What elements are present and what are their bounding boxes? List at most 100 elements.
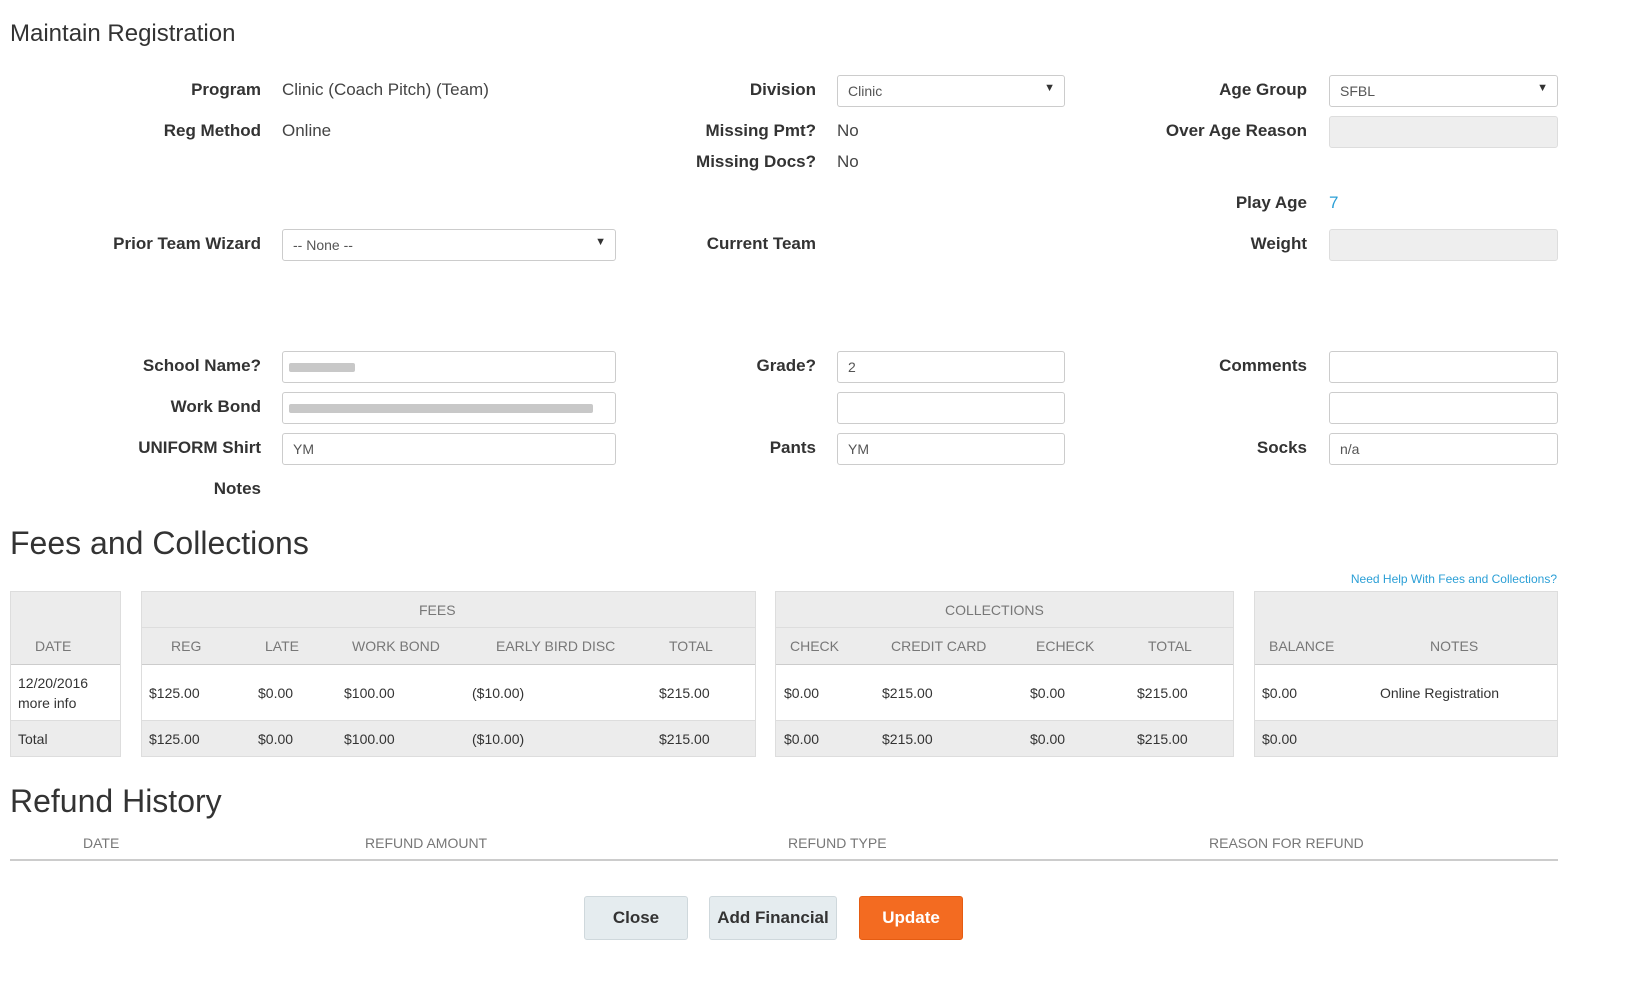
missing-pmt-value: No: [837, 121, 859, 140]
notes-label: Notes: [213, 479, 261, 498]
coll-col-echeck: ECHECK: [1036, 638, 1095, 654]
socks-input[interactable]: n/a: [1329, 433, 1558, 465]
current-team-label: Current Team: [706, 234, 816, 253]
divider: [776, 627, 1233, 628]
work-bond-label: Work Bond: [170, 397, 261, 416]
coll-echeck: $0.00: [1030, 685, 1066, 701]
fee-late: $0.00: [258, 685, 294, 701]
total-coll-credit-card: $215.00: [882, 731, 933, 747]
coll-total: $215.00: [1137, 685, 1188, 701]
reg-method-label: Reg Method: [163, 121, 261, 140]
school-name-label: School Name?: [142, 356, 261, 375]
divider: [142, 664, 755, 665]
division-label: Division: [749, 80, 816, 99]
total-coll-echeck: $0.00: [1030, 731, 1066, 747]
redacted-text: [289, 404, 593, 413]
coll-col-credit-card: CREDIT CARD: [891, 638, 987, 654]
reg-method-value: Online: [282, 121, 332, 140]
total-fee-early-bird: ($10.00): [472, 731, 525, 747]
page-title: Maintain Registration: [10, 20, 236, 47]
total-fee-work-bond: $100.00: [344, 731, 395, 747]
divider: [11, 720, 120, 721]
division-select[interactable]: Clinic ▼: [837, 75, 1065, 107]
program-value: Clinic (Coach Pitch) (Team): [282, 80, 489, 99]
total-balance: $0.00: [1262, 731, 1298, 747]
fee-early-bird: ($10.00): [472, 685, 525, 701]
total-coll-check: $0.00: [784, 731, 820, 747]
update-button[interactable]: Update: [859, 896, 963, 940]
collections-group-header: COLLECTIONS: [945, 602, 1044, 618]
fee-total: $215.00: [659, 685, 710, 701]
missing-docs-value: No: [837, 152, 859, 171]
balance-value: $0.00: [1262, 685, 1298, 701]
total-fee-late: $0.00: [258, 731, 294, 747]
division-selected: Clinic: [848, 83, 883, 99]
date-header: DATE: [35, 638, 72, 654]
school-name-input[interactable]: [282, 351, 616, 383]
fees-help-link[interactable]: Need Help With Fees and Collections?: [1351, 572, 1557, 586]
divider: [776, 720, 1233, 721]
fee-work-bond: $100.00: [344, 685, 395, 701]
refund-section-title: Refund History: [10, 783, 222, 819]
age-group-selected: SFBL: [1340, 83, 1376, 99]
weight-label: Weight: [1250, 234, 1307, 253]
add-financial-button[interactable]: Add Financial: [709, 896, 837, 940]
program-label: Program: [191, 80, 261, 99]
coll-check: $0.00: [784, 685, 820, 701]
comments-input-2[interactable]: [1329, 392, 1558, 424]
missing-docs-label: Missing Docs?: [696, 152, 816, 171]
refund-col-reason: REASON FOR REFUND: [1209, 835, 1364, 851]
grade-label: Grade?: [756, 356, 816, 375]
pants-input[interactable]: YM: [837, 433, 1065, 465]
redacted-text: [289, 363, 355, 372]
coll-credit-card: $215.00: [882, 685, 933, 701]
more-info-link[interactable]: more info: [18, 695, 76, 711]
grade-input[interactable]: 2: [837, 351, 1065, 383]
fees-table: FEES REG LATE WORK BOND EARLY BIRD DISC …: [141, 591, 756, 757]
fees-col-work-bond: WORK BOND: [352, 638, 440, 654]
age-group-label: Age Group: [1219, 80, 1307, 99]
balance-table: BALANCE NOTES $0.00 Online Registration …: [1254, 591, 1558, 757]
divider: [1255, 664, 1557, 665]
age-group-select[interactable]: SFBL ▼: [1329, 75, 1558, 107]
play-age-value[interactable]: 7: [1329, 193, 1338, 213]
fees-col-late: LATE: [265, 638, 299, 654]
total-fee-reg: $125.00: [149, 731, 200, 747]
divider: [11, 664, 120, 665]
fees-group-header: FEES: [419, 602, 456, 618]
divider: [1255, 720, 1557, 721]
fees-col-reg: REG: [171, 638, 202, 654]
caret-down-icon: ▼: [1044, 82, 1055, 94]
caret-down-icon: ▼: [1537, 82, 1548, 94]
total-fee-total: $215.00: [659, 731, 710, 747]
prior-team-wizard-select[interactable]: -- None -- ▼: [282, 229, 616, 261]
fees-col-total: TOTAL: [669, 638, 713, 654]
coll-col-total: TOTAL: [1148, 638, 1192, 654]
fees-date-table: DATE 12/20/2016 more info Total: [10, 591, 121, 757]
weight-input: [1329, 229, 1558, 261]
refund-table-divider: [10, 859, 1558, 861]
comments-input[interactable]: [1329, 351, 1558, 383]
row-date: 12/20/2016: [18, 675, 89, 691]
prior-team-wizard-selected: -- None --: [293, 237, 353, 253]
missing-pmt-label: Missing Pmt?: [705, 121, 816, 140]
fees-section-title: Fees and Collections: [10, 525, 309, 561]
prior-team-wizard-label: Prior Team Wizard: [113, 234, 261, 253]
close-button[interactable]: Close: [584, 896, 688, 940]
fee-reg: $125.00: [149, 685, 200, 701]
notes-header: NOTES: [1430, 638, 1479, 654]
uniform-shirt-label: UNIFORM Shirt: [138, 438, 261, 457]
extra-field-input[interactable]: [837, 392, 1065, 424]
over-age-reason-input: [1329, 116, 1558, 148]
divider: [142, 720, 755, 721]
socks-label: Socks: [1256, 438, 1307, 457]
uniform-shirt-input[interactable]: YM: [282, 433, 616, 465]
play-age-label: Play Age: [1235, 193, 1307, 212]
fees-col-early-bird: EARLY BIRD DISC: [496, 638, 616, 654]
balance-header: BALANCE: [1269, 638, 1335, 654]
caret-down-icon: ▼: [595, 236, 606, 248]
total-row-background: [1255, 720, 1557, 756]
work-bond-input[interactable]: [282, 392, 616, 424]
divider: [776, 664, 1233, 665]
refund-col-type: REFUND TYPE: [788, 835, 887, 851]
